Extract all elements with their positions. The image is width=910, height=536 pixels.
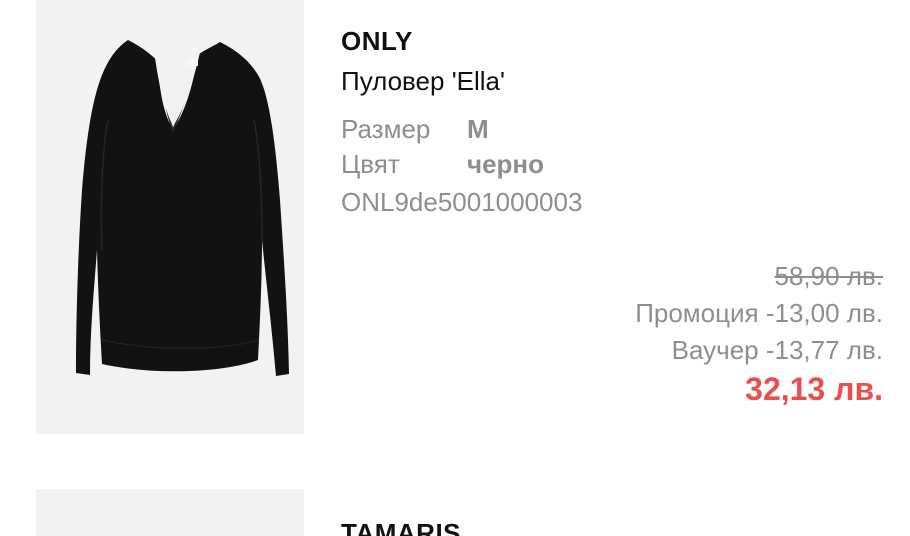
color-value: черно: [467, 149, 545, 179]
old-price: 58,90 лв.: [774, 261, 884, 291]
product-sku: ONL9de5001000003: [341, 187, 583, 217]
product-image[interactable]: [36, 0, 304, 434]
product-name[interactable]: Пуловер 'Ella': [341, 66, 505, 97]
size-label: Размер: [341, 114, 431, 144]
product-brand[interactable]: TAMARIS: [341, 518, 461, 536]
size-row: Размер M: [341, 114, 489, 145]
promo-discount: Промоция -13,00 лв.: [635, 298, 883, 328]
cart-item: TAMARIS: [0, 489, 910, 536]
color-label: Цвят: [341, 149, 400, 179]
cart-page: ONLY Пуловер 'Ella' Размер M Цвят черно ON…: [0, 0, 910, 536]
product-image[interactable]: [36, 489, 304, 536]
cart-item: ONLY Пуловер 'Ella' Размер M Цвят черно ON…: [0, 0, 910, 470]
color-row: Цвят черно: [341, 149, 544, 180]
voucher-discount: Ваучер -13,77 лв.: [671, 335, 883, 365]
size-value: M: [467, 114, 489, 144]
price-block: 58,90 лв. Промоция -13,00 лв. Ваучер -13…: [635, 258, 883, 409]
final-price: 32,13 лв.: [745, 371, 883, 407]
black-sweater-icon: [76, 40, 289, 376]
product-brand[interactable]: ONLY: [341, 26, 413, 57]
